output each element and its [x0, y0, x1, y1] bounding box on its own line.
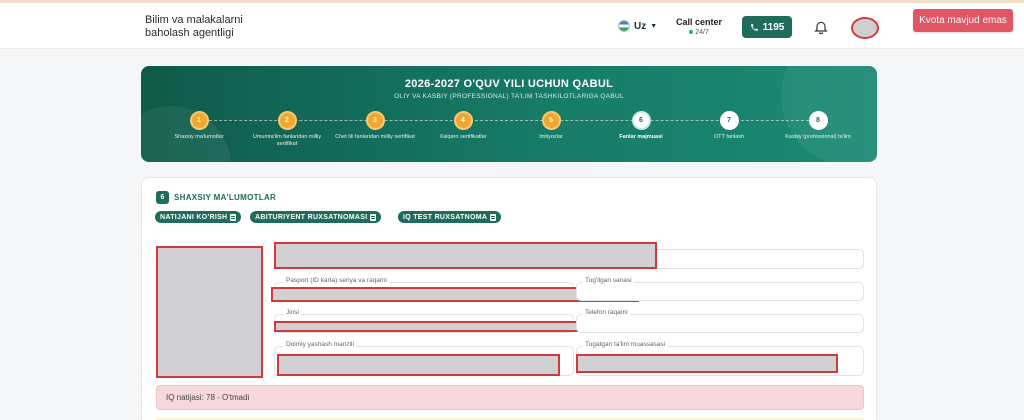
call-center-hours-row: 24/7: [674, 29, 724, 36]
phone-number: 1195: [762, 21, 785, 33]
step-label: Chet tili fanlaridan milliy sertifikat: [335, 134, 415, 140]
step-7[interactable]: 7 OTT tanlash: [684, 111, 774, 141]
view-result-button[interactable]: NATIJANI KO'RISH: [155, 211, 242, 223]
step-label: Kasbiy (professional) ta'lim: [785, 134, 851, 140]
step-number: 4: [453, 111, 473, 130]
section-title: SHAXSIY MA'LUMOTLAR: [174, 193, 277, 202]
step-label: Fanlar majmuasi: [619, 134, 663, 140]
phone-field[interactable]: [576, 314, 864, 333]
step-number: 6: [631, 111, 651, 130]
banner-title: 2026-2027 O'QUV YILI UCHUN QABUL: [404, 78, 614, 90]
iq-result-alert: IQ natijasi: 78 - O'tmadi: [156, 385, 864, 410]
passport-label: Pasport (ID karta) seriya va raqami: [284, 277, 389, 284]
uz-flag-icon: [618, 20, 630, 32]
language-selector[interactable]: Uz ▼: [618, 20, 657, 32]
document-icon: [230, 213, 237, 221]
org-name[interactable]: Bilim va malakalarni baholash agentligi: [145, 14, 255, 40]
language-code: Uz: [634, 20, 647, 32]
user-avatar[interactable]: [851, 17, 879, 39]
bell-icon[interactable]: [813, 19, 829, 35]
call-center: Call center 24/7: [674, 17, 724, 36]
call-center-hours: 24/7: [695, 29, 709, 36]
pill-label: ABITURIYENT RUXSATNOMASI: [255, 213, 368, 221]
step-6[interactable]: 6 Fanlar majmuasi: [596, 111, 686, 141]
step-number: 8: [808, 111, 828, 130]
step-number: 5: [541, 111, 561, 130]
applicant-photo: [156, 246, 263, 378]
step-number: 2: [277, 111, 297, 130]
personal-info-card: 6 SHAXSIY MA'LUMOTLAR NATIJANI KO'RISH A…: [141, 177, 877, 420]
step-1[interactable]: 1 Shaxsiy ma'lumotlar: [154, 111, 244, 141]
phone-icon: [750, 23, 758, 31]
school-redaction: [576, 354, 838, 373]
caret-down-icon: ▼: [650, 22, 658, 30]
step-4[interactable]: 4 Xalqaro sertifikatlar: [418, 111, 508, 141]
kvota-status-button[interactable]: Kvota mavjud emas: [913, 9, 1013, 32]
step-number: 1: [189, 111, 209, 130]
birth-date-field[interactable]: [576, 282, 864, 301]
document-icon: [490, 213, 497, 221]
step-2[interactable]: 2 Umumta'lim fanlaridan milliy sertifika…: [242, 111, 332, 148]
phone-call-button[interactable]: 1195: [742, 16, 792, 38]
step-3[interactable]: 3 Chet tili fanlaridan milliy sertifikat: [330, 111, 420, 141]
admission-banner: 2026-2027 O'QUV YILI UCHUN QABUL OLIY VA…: [141, 66, 877, 162]
step-number: 7: [719, 111, 739, 130]
step-number: 3: [365, 111, 385, 130]
call-center-title: Call center: [675, 17, 723, 27]
step-label: OTT tanlash: [713, 134, 745, 140]
section-number-badge: 6: [156, 191, 169, 204]
step-label: Xalqaro sertifikatlar: [439, 134, 487, 140]
address-label: Doimiy yashash manzili: [284, 341, 356, 348]
step-label: Shaxsiy ma'lumotlar: [174, 134, 224, 140]
school-label: Tugatgan ta'lim muassasasi: [583, 341, 668, 348]
top-header: Bilim va malakalarni baholash agentligi …: [0, 3, 1024, 49]
pill-label: IQ TEST RUXSATNOMA: [403, 213, 488, 221]
birth-date-label: Tug'ilgan sanasi: [583, 277, 634, 284]
address-redaction: [277, 354, 560, 376]
banner-subtitle: OLIY VA KASBIY (PROFESSIONAL) TA'LIM TAS…: [394, 93, 624, 100]
document-icon: [370, 213, 377, 221]
step-label: Imtiyozlar: [539, 134, 563, 140]
iq-test-permit-button[interactable]: IQ TEST RUXSATNOMA: [398, 211, 502, 223]
pill-label: NATIJANI KO'RISH: [160, 213, 228, 221]
step-8[interactable]: 8 Kasbiy (professional) ta'lim: [773, 111, 863, 141]
phone-label: Telefon raqami: [583, 309, 630, 316]
step-label: Umumta'lim fanlaridan milliy sertifikat: [252, 134, 322, 147]
gender-label: Jinsi: [284, 309, 302, 316]
step-5[interactable]: 5 Imtiyozlar: [506, 111, 596, 141]
full-name-redaction: [274, 242, 657, 269]
online-dot-icon: [689, 30, 694, 35]
applicant-permit-button[interactable]: ABITURIYENT RUXSATNOMASI: [250, 211, 382, 223]
